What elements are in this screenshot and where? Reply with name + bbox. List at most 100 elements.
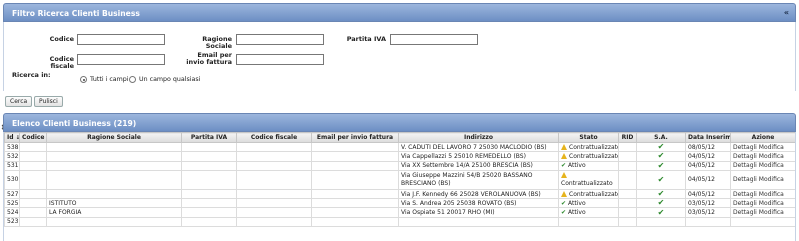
partita-iva-input[interactable] <box>390 34 478 45</box>
cell-indirizzo: Via Ospiate 51 20017 RHO (MI) <box>398 207 559 218</box>
cell-codice-fiscale <box>236 141 312 153</box>
cell-codice-fiscale <box>236 207 312 218</box>
edit-link[interactable]: Modifica <box>759 144 784 151</box>
cell-azione <box>730 216 795 228</box>
col-codice-fiscale[interactable]: Codice fiscale <box>236 132 312 143</box>
cell-email <box>311 141 399 153</box>
details-link[interactable]: Dettagli <box>733 144 757 151</box>
check-icon: ✔ <box>657 189 665 199</box>
radio-all-button[interactable] <box>80 76 87 83</box>
cell-indirizzo: Via XX Settembre 14/A 25100 BRESCIA (BS) <box>398 160 559 171</box>
cell-codice <box>19 207 47 218</box>
cell-codice-fiscale <box>236 151 312 162</box>
check-icon: ✔ <box>657 174 665 184</box>
table-row[interactable]: 524 LA FORGIA Via Ospiate 51 20017 RHO (MI… <box>4 207 795 218</box>
cell-sa: ✔ <box>636 141 686 153</box>
table-row[interactable]: 525 ISTITUTO Via S. Andrea 205 25038 ROVAT… <box>4 198 795 209</box>
check-icon: ✔ <box>657 207 665 217</box>
cell-sa: ✔ <box>636 151 686 162</box>
table-row[interactable]: 532 Via Cappellazzi 5 25010 REMEDELLO (BS… <box>4 151 795 162</box>
col-email[interactable]: Email per invio fattura <box>311 132 399 143</box>
edit-link[interactable]: Modifica <box>759 162 784 169</box>
cell-email <box>311 207 399 218</box>
details-link[interactable]: Dettagli <box>733 153 757 160</box>
collapse-icon[interactable]: « <box>784 8 789 17</box>
details-link[interactable]: Dettagli <box>733 162 757 169</box>
col-data-inserimento[interactable]: Data Inserimento <box>685 132 731 143</box>
ragione-sociale-input[interactable] <box>236 34 324 45</box>
cell-data: 03/05/12 <box>685 207 731 218</box>
cell-stato: ✔ Attivo <box>558 198 619 209</box>
clear-button[interactable]: Pulisci <box>34 96 63 107</box>
col-indirizzo[interactable]: Indirizzo <box>398 132 559 143</box>
cell-sa: ✔ <box>636 160 686 171</box>
email-input[interactable] <box>236 54 324 65</box>
check-icon: ✔ <box>657 198 665 208</box>
col-azione: Azione <box>730 132 795 143</box>
cell-email <box>311 151 399 162</box>
codice-fiscale-input[interactable] <box>77 54 165 65</box>
details-link[interactable]: Dettagli <box>733 176 757 183</box>
col-ragione-sociale[interactable]: Ragione Sociale <box>46 132 182 143</box>
cell-rid <box>618 169 637 190</box>
cell-stato: ✔ Attivo <box>558 207 619 218</box>
cell-azione: Dettagli Modifica <box>730 160 795 171</box>
stato-text: Attivo <box>568 209 586 217</box>
codice-input[interactable] <box>77 34 165 45</box>
col-sa[interactable]: S.A. <box>636 132 686 143</box>
filter-panel-header: Filtro Ricerca Clienti Business « <box>3 3 796 22</box>
edit-link[interactable]: Modifica <box>759 191 784 198</box>
ragione-sociale-label: Ragione Sociale <box>202 35 232 50</box>
edit-link[interactable]: Modifica <box>759 153 784 160</box>
cell-ragione-sociale <box>46 141 182 153</box>
col-stato[interactable]: Stato <box>558 132 619 143</box>
cell-email <box>311 198 399 209</box>
edit-link[interactable]: Modifica <box>759 200 784 207</box>
search-button[interactable]: Cerca <box>5 96 33 107</box>
table-row[interactable]: 530 Via Giuseppe Mazzini 54/B 25020 BASSA… <box>4 169 795 190</box>
cell-azione: Dettagli Modifica <box>730 169 795 190</box>
cell-codice <box>19 216 47 228</box>
cell-ragione-sociale <box>46 151 182 162</box>
radio-all-option[interactable]: Tutti i campi <box>80 76 129 83</box>
cell-stato: ✔ Attivo <box>558 160 619 171</box>
col-rid[interactable]: RID <box>618 132 637 143</box>
cell-ragione-sociale <box>46 216 182 228</box>
table-row[interactable]: 527 Via J.F. Kennedy 66 25028 VEROLANUOVA… <box>4 188 795 200</box>
table-row[interactable]: 531 Via XX Settembre 14/A 25100 BRESCIA (… <box>4 160 795 171</box>
table-row[interactable]: 523 <box>4 216 795 228</box>
warning-icon <box>561 143 567 150</box>
cell-azione: Dettagli Modifica <box>730 188 795 200</box>
edit-link[interactable]: Modifica <box>759 176 784 183</box>
radio-any-option[interactable]: Un campo qualsiasi <box>129 76 200 83</box>
partita-iva-label: Partita IVA <box>346 35 386 43</box>
cell-codice-fiscale <box>236 216 312 228</box>
details-link[interactable]: Dettagli <box>733 200 757 207</box>
cell-codice-fiscale <box>236 188 312 200</box>
details-link[interactable]: Dettagli <box>733 191 757 198</box>
cell-codice <box>19 151 47 162</box>
col-id[interactable]: Id ↓ <box>4 132 20 143</box>
cell-indirizzo: Via S. Andrea 205 25038 ROVATO (BS) <box>398 198 559 209</box>
cell-codice <box>19 141 47 153</box>
table-row[interactable]: 538 V. CADUTI DEL LAVORO 7 25030 MACLODIO… <box>4 141 795 153</box>
cell-partita-iva <box>181 151 237 162</box>
cell-data: 04/05/12 <box>685 160 731 171</box>
radio-any-button[interactable] <box>129 76 136 83</box>
radio-all-label: Tutti i campi <box>90 76 129 83</box>
cell-data: 04/05/12 <box>685 188 731 200</box>
clients-grid: Id ↓ Codice Ragione Sociale Partita IVA … <box>3 132 796 241</box>
col-codice[interactable]: Codice <box>19 132 47 143</box>
details-link[interactable]: Dettagli <box>733 209 757 216</box>
cell-partita-iva <box>181 207 237 218</box>
cell-rid <box>618 160 637 171</box>
cell-sa: ✔ <box>636 207 686 218</box>
codice-label: Codice <box>49 35 74 43</box>
list-panel-title: Elenco Clienti Business (219) <box>12 119 137 128</box>
col-partita-iva[interactable]: Partita IVA <box>181 132 237 143</box>
table-header-row: Id ↓ Codice Ragione Sociale Partita IVA … <box>4 132 795 143</box>
edit-link[interactable]: Modifica <box>759 209 784 216</box>
clients-table: Id ↓ Codice Ragione Sociale Partita IVA … <box>4 132 795 228</box>
cell-rid <box>618 207 637 218</box>
ricerca-label: Ricerca in: <box>12 71 51 79</box>
